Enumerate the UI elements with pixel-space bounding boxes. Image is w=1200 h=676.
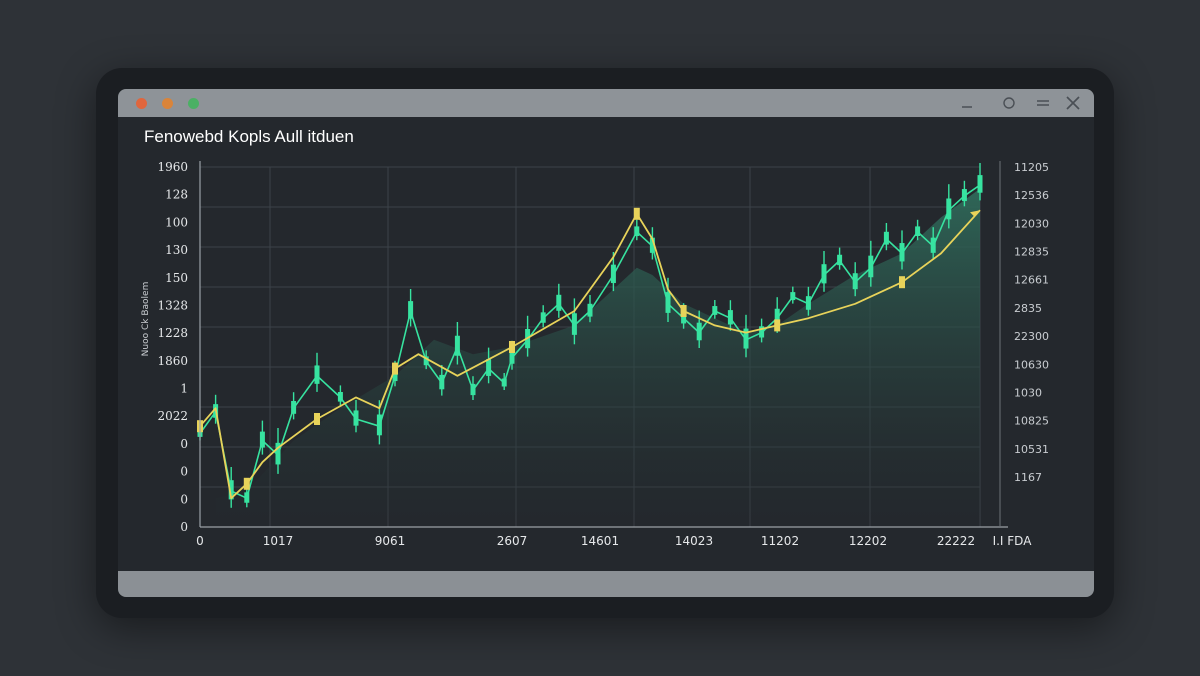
candle-body-47 <box>961 189 967 202</box>
candle-body-40 <box>852 273 858 290</box>
status-bar <box>118 571 1094 597</box>
left-tick-label-0: 1960 <box>157 160 188 174</box>
right-tick-label-1: 12536 <box>1014 189 1049 202</box>
candle-body-22 <box>556 294 562 311</box>
trend-marker-24 <box>899 276 905 289</box>
candle-body-30 <box>696 322 702 341</box>
candle-body-48 <box>977 175 983 193</box>
x-tick-label-6: 11202 <box>761 534 799 548</box>
trend-marker-21 <box>774 319 781 332</box>
candle-body-15 <box>454 335 460 356</box>
candle-body-25 <box>610 264 616 284</box>
x-tick-label-7: 12202 <box>849 534 887 548</box>
candle-body-14 <box>439 374 445 390</box>
candle-body-12 <box>408 301 414 319</box>
candle-body-41 <box>868 255 874 278</box>
y-axis-label: Nuoo Ck Baolem <box>141 282 151 357</box>
candle-body-17 <box>486 359 492 376</box>
left-tick-label-8: 1 <box>180 382 188 396</box>
x-tick-label-4: 14601 <box>581 534 619 548</box>
right-tick-label-3: 12835 <box>1014 246 1049 259</box>
left-tick-label-4: 150 <box>165 271 188 285</box>
candle-body-16 <box>470 383 476 396</box>
right-tick-label-9: 10825 <box>1014 415 1049 428</box>
left-tick-label-1: 128 <box>165 188 188 202</box>
right-tick-label-0: 11205 <box>1014 161 1049 174</box>
right-tick-label-6: 22300 <box>1014 330 1049 343</box>
candle-body-28 <box>665 292 671 313</box>
candle-body-45 <box>930 237 936 253</box>
candle-body-32 <box>727 310 733 325</box>
candle-body-21 <box>540 312 546 323</box>
left-tick-label-5: 1328 <box>157 298 188 312</box>
x-tick-label-2: 9061 <box>375 534 406 548</box>
left-tick-label-11: 0 <box>180 465 188 479</box>
x-tick-label-0: 0 <box>196 534 204 548</box>
x-axis-ticks: 0 1017 9061 2607 14601 14023 11202 12202 22222 I.… <box>196 534 1032 548</box>
candle-body-18 <box>501 378 507 387</box>
trend-marker-9 <box>392 362 398 375</box>
candle-body-3 <box>244 492 250 503</box>
area-fill <box>215 188 981 527</box>
candle-body-26 <box>634 226 640 236</box>
x-tick-label-9: I.I FDA <box>993 534 1033 548</box>
left-tick-label-9: 2022 <box>157 409 188 423</box>
candle-body-7 <box>314 365 320 384</box>
left-tick-label-2: 100 <box>165 215 188 229</box>
candle-body-10 <box>376 414 382 436</box>
candle-body-6 <box>291 401 297 414</box>
right-tick-label-10: 10531 <box>1014 443 1049 456</box>
candle-body-39 <box>837 254 843 266</box>
right-tick-label-11: 1167 <box>1014 471 1042 484</box>
left-tick-label-3: 130 <box>165 243 188 257</box>
candle-body-36 <box>790 292 796 301</box>
right-tick-label-2: 12030 <box>1014 217 1049 230</box>
left-tick-label-6: 1228 <box>157 326 188 340</box>
trend-marker-6 <box>314 413 320 425</box>
candle-body-43 <box>899 243 905 262</box>
left-axis-ticks: 1960 128 100 130 150 1328 1228 1860 1 2022 0 0 0 0 <box>157 160 188 534</box>
right-tick-label-4: 12661 <box>1014 274 1049 287</box>
candle-body-38 <box>821 264 827 284</box>
candle-body-31 <box>712 306 718 315</box>
x-tick-label-8: 22222 <box>937 534 975 548</box>
candle-body-24 <box>587 303 593 317</box>
right-tick-label-8: 1030 <box>1014 386 1042 399</box>
candle-body-44 <box>915 226 921 236</box>
left-tick-label-10: 0 <box>180 437 188 451</box>
right-tick-label-5: 2835 <box>1014 302 1042 315</box>
candle-body-46 <box>946 198 952 220</box>
trend-marker-3 <box>243 477 250 490</box>
left-tick-label-12: 0 <box>180 492 188 506</box>
left-tick-label-7: 1860 <box>157 354 188 368</box>
x-tick-label-5: 14023 <box>675 534 713 548</box>
candle-body-8 <box>337 392 343 402</box>
left-tick-label-13: 0 <box>180 520 188 534</box>
trend-marker-15 <box>633 207 640 220</box>
candle-body-37 <box>805 296 811 310</box>
trend-marker-12 <box>509 341 515 353</box>
right-tick-label-7: 10630 <box>1014 358 1049 371</box>
candle-body-9 <box>353 410 359 426</box>
candle-body-23 <box>571 313 577 335</box>
trend-marker-18 <box>680 305 687 317</box>
app-window: Fenowebd Kopls Aull itduen 1960 128 100 130… <box>118 89 1094 597</box>
area-layer <box>215 188 981 527</box>
price-chart[interactable]: 1960128100130150132812281860120220000 11… <box>118 89 1094 597</box>
candle-body-4 <box>259 431 265 448</box>
x-tick-label-3: 2607 <box>497 534 528 548</box>
right-axis-ticks: 11205 12536 12030 12835 12661 2835 22300 10630 1… <box>1014 161 1049 484</box>
x-tick-label-1: 1017 <box>263 534 294 548</box>
candle-body-42 <box>883 231 889 245</box>
